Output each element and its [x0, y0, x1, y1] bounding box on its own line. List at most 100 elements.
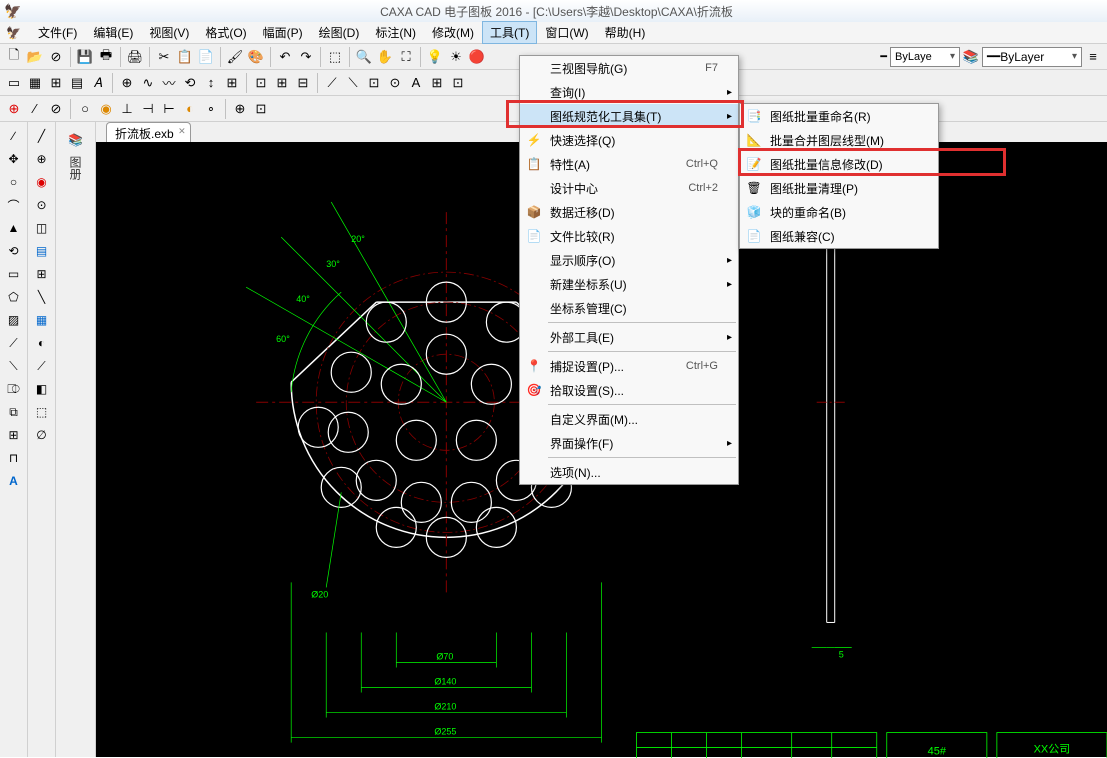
menu-工具[interactable]: 工具(T) [482, 21, 537, 44]
t3-7[interactable]: ⊣ [138, 99, 158, 119]
redo-icon[interactable]: ↷ [296, 47, 316, 67]
pan-icon[interactable]: ✋ [375, 47, 395, 67]
menu-item[interactable]: 新建坐标系(U)▸ [520, 272, 738, 296]
submenu-item[interactable]: 📝图纸批量信息修改(D) [740, 152, 938, 176]
menu-item[interactable]: 📦数据迁移(D) [520, 200, 738, 224]
lt2-2[interactable]: ⊕ [32, 149, 52, 169]
lt-fillet[interactable]: ⊓ [4, 448, 24, 468]
t3-10[interactable]: ∘ [201, 99, 221, 119]
save-icon[interactable]: 💾 [75, 47, 95, 67]
layer-mgr-icon[interactable]: 📚 [961, 47, 981, 67]
menu-item[interactable]: 设计中心Ctrl+2 [520, 176, 738, 200]
lt-copy[interactable]: ▲ [4, 218, 24, 238]
menu-文件[interactable]: 文件(F) [30, 21, 85, 44]
lt-rect[interactable]: ▭ [4, 264, 24, 284]
light-icon[interactable]: 💡 [425, 47, 445, 67]
lt2-6[interactable]: ▤ [32, 241, 52, 261]
close-icon[interactable]: ⊘ [46, 47, 66, 67]
t2-9[interactable]: ⟲ [180, 73, 200, 93]
lt2-1[interactable]: ╱ [32, 126, 52, 146]
document-tab[interactable]: 折流板.exb ✕ [106, 122, 191, 142]
submenu-item[interactable]: 📄图纸兼容(C) [740, 224, 938, 248]
lt-poly[interactable]: ⬠ [4, 287, 24, 307]
menu-窗口[interactable]: 窗口(W) [537, 21, 596, 44]
t2-21[interactable]: ⊡ [448, 73, 468, 93]
t2-19[interactable]: A [406, 73, 426, 93]
menu-帮助[interactable]: 帮助(H) [597, 21, 654, 44]
lt2-8[interactable]: ╲ [32, 287, 52, 307]
lt-offset[interactable]: ⎄ [4, 379, 24, 399]
lt2-11[interactable]: ⟋ [32, 356, 52, 376]
t2-5[interactable]: 𝐴 [88, 73, 108, 93]
lt-circle[interactable]: ○ [4, 172, 24, 192]
t2-8[interactable]: 〰 [159, 73, 179, 93]
t3-9[interactable]: ◐ [180, 99, 200, 119]
t3-11[interactable]: ⊕ [230, 99, 250, 119]
color-icon[interactable]: 🔴 [467, 47, 487, 67]
lt2-12[interactable]: ◧ [32, 379, 52, 399]
menu-item[interactable]: 查询(I)▸ [520, 80, 738, 104]
submenu-item[interactable]: 📐批量合并图层线型(M) [740, 128, 938, 152]
t2-15[interactable]: ⟋ [322, 73, 342, 93]
menu-幅面[interactable]: 幅面(P) [255, 21, 311, 44]
lt-arc[interactable]: ⌒ [4, 195, 24, 215]
print-icon[interactable]: 🖨 [125, 47, 145, 67]
t2-7[interactable]: ∿ [138, 73, 158, 93]
t2-10[interactable]: ↕ [201, 73, 221, 93]
menu-item[interactable]: 📄文件比较(R) [520, 224, 738, 248]
cut-icon[interactable]: ✂ [154, 47, 174, 67]
menu-item[interactable]: 📋特性(A)Ctrl+Q [520, 152, 738, 176]
panel-icon[interactable]: 📚 [64, 128, 88, 152]
t2-18[interactable]: ⊙ [385, 73, 405, 93]
t2-12[interactable]: ⊡ [251, 73, 271, 93]
tab-close-icon[interactable]: ✕ [178, 126, 186, 137]
t2-14[interactable]: ⊟ [293, 73, 313, 93]
t2-13[interactable]: ⊞ [272, 73, 292, 93]
menu-item[interactable]: 坐标系管理(C) [520, 296, 738, 320]
menu-item[interactable]: 外部工具(E)▸ [520, 325, 738, 349]
lt-text[interactable]: A [4, 471, 24, 491]
lt2-10[interactable]: ◐ [32, 333, 52, 353]
open-icon[interactable]: 📂 [25, 47, 45, 67]
menu-item[interactable]: 📍捕捉设置(P)...Ctrl+G [520, 354, 738, 378]
linetype-mgr-icon[interactable]: ≡ [1083, 47, 1103, 67]
menu-item[interactable]: ⚡快速选择(Q) [520, 128, 738, 152]
menu-item[interactable]: 🎯拾取设置(S)... [520, 378, 738, 402]
menu-视图[interactable]: 视图(V) [141, 21, 197, 44]
lt-trim[interactable]: ⟋ [4, 333, 24, 353]
t2-16[interactable]: ⟍ [343, 73, 363, 93]
panel-label[interactable]: 图册 [67, 156, 84, 180]
lt-array[interactable]: ⊞ [4, 425, 24, 445]
t3-8[interactable]: ⊢ [159, 99, 179, 119]
lt2-5[interactable]: ◫ [32, 218, 52, 238]
submenu-item[interactable]: 📑图纸批量重命名(R) [740, 104, 938, 128]
t2-1[interactable]: ▭ [4, 73, 24, 93]
menu-修改[interactable]: 修改(M) [424, 21, 482, 44]
t2-6[interactable]: ⊕ [117, 73, 137, 93]
lt-spline[interactable]: ⟲ [4, 241, 24, 261]
t2-3[interactable]: ⊞ [46, 73, 66, 93]
brush-icon[interactable]: 🖌 [225, 47, 245, 67]
block-icon[interactable]: ⬚ [325, 47, 345, 67]
match-icon[interactable]: 🎨 [246, 47, 266, 67]
fullscreen-icon[interactable]: ⛶ [396, 47, 416, 67]
menu-item[interactable]: 界面操作(F)▸ [520, 431, 738, 455]
new-icon[interactable]: 🗋 [4, 47, 24, 67]
t3-5[interactable]: ◉ [96, 99, 116, 119]
layer-combo[interactable]: ByLaye [890, 47, 960, 67]
t2-17[interactable]: ⊡ [364, 73, 384, 93]
linetype-combo[interactable]: ━━ ByLayer [982, 47, 1082, 67]
t3-6[interactable]: ⊥ [117, 99, 137, 119]
menu-标注[interactable]: 标注(N) [367, 21, 424, 44]
t3-2[interactable]: ∕ [25, 99, 45, 119]
menu-编辑[interactable]: 编辑(E) [85, 21, 141, 44]
menu-item[interactable]: 图纸规范化工具集(T)▸ [520, 104, 738, 128]
copy-icon[interactable]: 📋 [175, 47, 195, 67]
t3-12[interactable]: ⊡ [251, 99, 271, 119]
lt2-13[interactable]: ⬚ [32, 402, 52, 422]
submenu-item[interactable]: 🗑图纸批量清理(P) [740, 176, 938, 200]
menu-item[interactable]: 三视图导航(G)F7 [520, 56, 738, 80]
lt-move[interactable]: ✥ [4, 149, 24, 169]
t2-2[interactable]: ▦ [25, 73, 45, 93]
lt2-7[interactable]: ⊞ [32, 264, 52, 284]
